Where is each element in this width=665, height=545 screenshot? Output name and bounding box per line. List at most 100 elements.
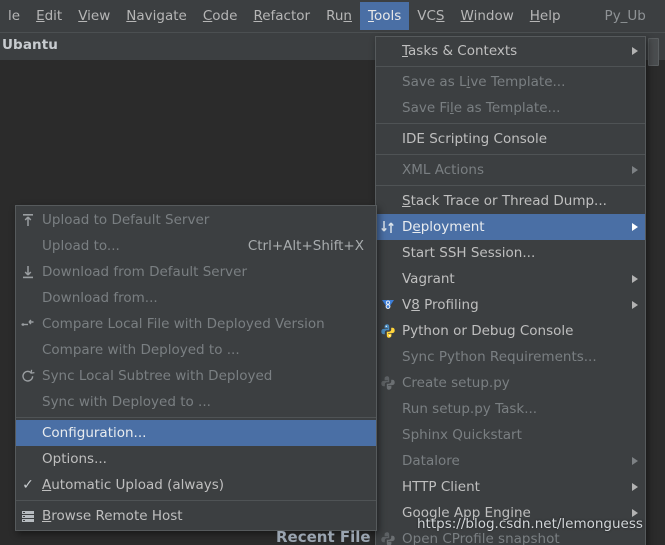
tools-menu-item-label: IDE Scripting Console: [402, 131, 548, 147]
tools-menu-item-deployment[interactable]: Deployment: [376, 214, 645, 240]
menubar-item-label: Run: [326, 8, 352, 24]
ide-screenshot: le Edit View Navigate Code Refactor Run Tools VC…: [0, 0, 665, 545]
menubar-item-run[interactable]: Run: [318, 2, 360, 30]
no-icon: [376, 240, 400, 266]
menubar-item-edit[interactable]: Edit: [28, 2, 70, 30]
menubar-item-label: View: [78, 8, 111, 24]
tools-menu-item-sync-python-requirements: Sync Python Requirements...: [376, 344, 645, 370]
tools-menu-item-label: V8 Profiling: [402, 297, 479, 313]
deployment-menu-item-sync-with-deployed-to: Sync with Deployed to ...: [16, 389, 376, 415]
menu-separator: [376, 66, 645, 67]
menubar-item-label: Edit: [36, 8, 63, 24]
tools-menu-item-vagrant[interactable]: Vagrant: [376, 266, 645, 292]
tools-menu-item-http-client[interactable]: HTTP Client: [376, 474, 645, 500]
v8-icon: [376, 292, 400, 318]
no-icon: [16, 420, 40, 446]
deployment-menu-item-label: Upload to Default Server: [42, 212, 210, 228]
tools-menu-item-run-setup-py-task: Run setup.py Task...: [376, 396, 645, 422]
no-icon: [376, 188, 400, 214]
menubar-item-py-ub[interactable]: Py_Ub: [597, 2, 654, 30]
deployment-menu-item-label: Compare with Deployed to ...: [42, 342, 240, 358]
tools-menu-item-save-as-live-template: Save as Live Template...: [376, 69, 645, 95]
deployment-menu-item-browse-remote-host[interactable]: Browse Remote Host: [16, 503, 376, 529]
no-icon: [376, 69, 400, 95]
menu-separator: [376, 154, 645, 155]
tools-menu-item-start-ssh-session[interactable]: Start SSH Session...: [376, 240, 645, 266]
shortcut-label: Ctrl+Alt+Shift+X: [247, 238, 364, 254]
tools-menu-item-label: Save as Live Template...: [402, 74, 566, 90]
no-icon: [16, 337, 40, 363]
tools-menu-item-label: Datalore: [402, 453, 460, 469]
menubar-item-label: Py_Ub: [604, 8, 646, 24]
tools-menu-item-label: Save File as Template...: [402, 100, 561, 116]
deployment-menu-item-configuration[interactable]: Configuration...: [16, 420, 376, 446]
tools-menu-item-label: Tasks & Contexts: [402, 43, 518, 59]
menubar-item-tools[interactable]: Tools: [359, 2, 410, 30]
deployment-menu-item-label: Browse Remote Host: [42, 508, 183, 524]
tools-menu-item-label: Stack Trace or Thread Dump...: [402, 193, 607, 209]
deployment-menu-item-label: Download from Default Server: [42, 264, 247, 280]
submenu-arrow-icon: [625, 483, 645, 491]
deployment-submenu: Upload to Default Server Upload to... Ctrl…: [15, 205, 377, 531]
no-icon: [16, 389, 40, 415]
no-icon: [376, 500, 400, 526]
no-icon: [376, 126, 400, 152]
sync-icon: [16, 363, 40, 389]
tools-menu-item-datalore: Datalore: [376, 448, 645, 474]
submenu-arrow-icon: [625, 301, 645, 309]
editor-tab-ubantu[interactable]: Ubantu: [2, 37, 58, 53]
tools-menu-item-label: Start SSH Session...: [402, 245, 536, 261]
no-icon: [16, 233, 40, 259]
tools-menu-item-stack-trace-or-thread-dump[interactable]: Stack Trace or Thread Dump...: [376, 188, 645, 214]
deployment-menu-item-options[interactable]: Options...: [16, 446, 376, 472]
deployment-icon: [376, 214, 400, 240]
menubar-item-label: Window: [460, 8, 514, 24]
no-icon: [16, 446, 40, 472]
menubar-item-help[interactable]: Help: [522, 2, 569, 30]
menu-separator: [376, 185, 645, 186]
submenu-arrow-icon: [625, 457, 645, 465]
menubar-item-code[interactable]: Code: [195, 2, 246, 30]
download-icon: [16, 259, 40, 285]
deployment-menu-item-label: Download from...: [42, 290, 158, 306]
menubar-item-label: Tools: [367, 8, 402, 24]
tools-menu-item-label: XML Actions: [402, 162, 485, 178]
no-icon: [376, 95, 400, 121]
deployment-menu-item-label: Automatic Upload (always): [42, 477, 225, 493]
menubar-item-view[interactable]: View: [70, 2, 118, 30]
menubar-item-refactor[interactable]: Refactor: [245, 2, 318, 30]
deployment-menu-item-compare-local-file-with-deployed-version: Compare Local File with Deployed Version: [16, 311, 376, 337]
menubar-item-le[interactable]: le: [0, 2, 28, 30]
remote-host-icon: [16, 503, 40, 529]
menubar-item-label: Help: [529, 8, 561, 24]
deployment-menu-item-automatic-upload-always[interactable]: ✓ Automatic Upload (always): [16, 472, 376, 498]
no-icon: [376, 422, 400, 448]
no-icon: [376, 344, 400, 370]
tools-menu-item-sphinx-quickstart: Sphinx Quickstart: [376, 422, 645, 448]
menubar-item-label: le: [8, 8, 21, 24]
menubar-item-vcs[interactable]: VCS: [409, 2, 452, 30]
submenu-arrow-icon: [625, 166, 645, 174]
tools-menu-item-ide-scripting-console[interactable]: IDE Scripting Console: [376, 126, 645, 152]
tools-menu-item-create-setup-py: Create setup.py: [376, 370, 645, 396]
no-icon: [376, 266, 400, 292]
menubar-item-navigate[interactable]: Navigate: [118, 2, 195, 30]
tools-menu-item-tasks-contexts[interactable]: Tasks & Contexts: [376, 38, 645, 64]
python-icon-dim: [376, 526, 400, 545]
no-icon: [376, 474, 400, 500]
menubar-item-label: VCS: [417, 8, 445, 24]
menu-separator: [16, 417, 376, 418]
python-icon: [376, 318, 400, 344]
tools-menu-item-label: HTTP Client: [402, 479, 480, 495]
python-icon-dim: [376, 370, 400, 396]
menubar-item-window[interactable]: Window: [453, 2, 522, 30]
deployment-menu-item-label: Upload to...: [42, 238, 120, 254]
deployment-menu-item-upload-to-default-server: Upload to Default Server: [16, 207, 376, 233]
no-icon: [376, 396, 400, 422]
tools-menu-item-v8-profiling[interactable]: V8 Profiling: [376, 292, 645, 318]
tools-menu-item-python-or-debug-console[interactable]: Python or Debug Console: [376, 318, 645, 344]
menu-separator: [16, 500, 376, 501]
tools-menu-item-label: Sync Python Requirements...: [402, 349, 597, 365]
scrollbar-thumb[interactable]: [648, 38, 659, 66]
upload-icon: [16, 207, 40, 233]
